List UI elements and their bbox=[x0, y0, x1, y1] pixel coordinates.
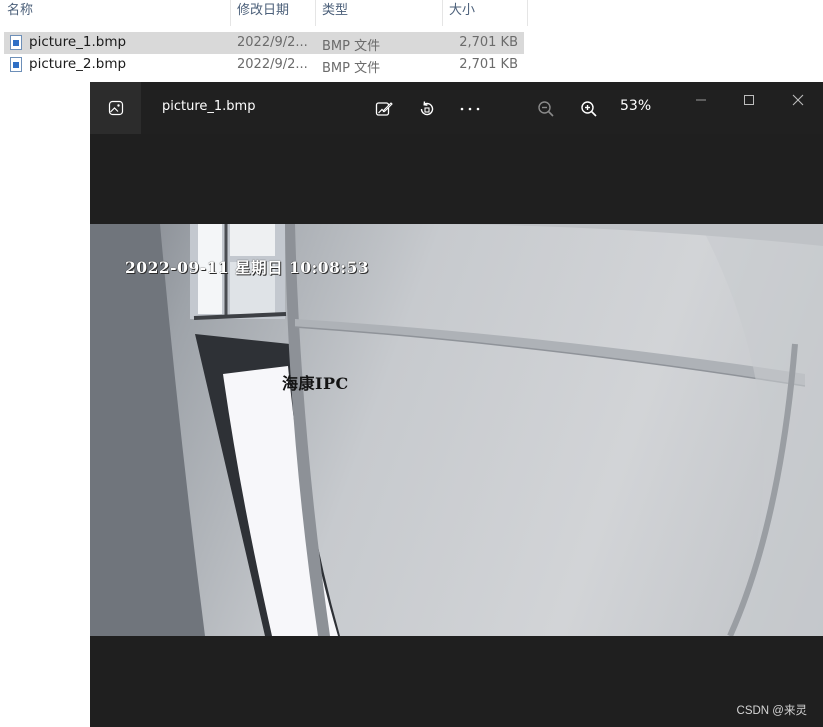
bmp-file-icon bbox=[10, 35, 22, 50]
zoom-out-button[interactable] bbox=[533, 96, 559, 122]
close-button[interactable] bbox=[778, 88, 818, 112]
file-name: picture_1.bmp bbox=[29, 34, 127, 50]
bmp-file-icon bbox=[10, 57, 22, 72]
zoom-out-icon bbox=[538, 101, 554, 117]
photos-app-icon bbox=[108, 100, 123, 116]
column-divider[interactable] bbox=[527, 0, 528, 26]
file-size: 2,701 KB bbox=[459, 35, 518, 50]
zoom-in-icon bbox=[581, 101, 597, 117]
minimize-button[interactable] bbox=[681, 88, 721, 112]
more-options-icon bbox=[460, 107, 480, 111]
file-type: BMP 文件 bbox=[322, 61, 381, 76]
rotate-button[interactable] bbox=[414, 96, 440, 122]
maximize-button[interactable] bbox=[729, 88, 769, 112]
edit-image-button[interactable] bbox=[371, 96, 397, 122]
minimize-icon bbox=[696, 99, 706, 101]
photo-scene bbox=[90, 224, 823, 636]
zoom-in-button[interactable] bbox=[576, 96, 602, 122]
file-row[interactable]: picture_2.bmp 2022/9/2... BMP 文件 2,701 K… bbox=[4, 54, 524, 76]
file-row[interactable]: picture_1.bmp 2022/9/2... BMP 文件 2,701 K… bbox=[4, 32, 524, 54]
gallery-button[interactable] bbox=[90, 82, 141, 134]
viewer-title: picture_1.bmp bbox=[162, 99, 256, 114]
file-name: picture_2.bmp bbox=[29, 56, 127, 72]
column-header-modified[interactable]: 修改日期 bbox=[230, 0, 315, 26]
photo-timestamp: 2022-09-11 星期日 10:08:53 bbox=[125, 258, 370, 277]
column-header-name[interactable]: 名称 bbox=[0, 0, 230, 26]
rotate-icon bbox=[420, 101, 434, 116]
photo-viewer-window: picture_1.bmp 53% 2022-09-11 星期日 10:08:5… bbox=[90, 82, 823, 727]
camera-label: 海康IPC bbox=[282, 374, 349, 393]
close-icon bbox=[792, 94, 804, 106]
file-type: BMP 文件 bbox=[322, 39, 381, 54]
file-size: 2,701 KB bbox=[459, 57, 518, 72]
more-options-button[interactable] bbox=[457, 96, 483, 122]
zoom-level[interactable]: 53% bbox=[620, 98, 651, 114]
file-modified-date: 2022/9/2... bbox=[237, 35, 308, 50]
file-modified-date: 2022/9/2... bbox=[237, 57, 308, 72]
watermark: CSDN @来灵 bbox=[736, 705, 807, 717]
maximize-icon bbox=[744, 95, 754, 105]
column-header-size[interactable]: 大小 bbox=[442, 0, 527, 26]
column-header-type[interactable]: 类型 bbox=[315, 0, 442, 26]
edit-image-icon bbox=[375, 102, 393, 116]
viewer-title-bar[interactable]: picture_1.bmp 53% bbox=[90, 82, 823, 134]
displayed-photo[interactable]: 2022-09-11 星期日 10:08:53 海康IPC bbox=[90, 224, 823, 636]
